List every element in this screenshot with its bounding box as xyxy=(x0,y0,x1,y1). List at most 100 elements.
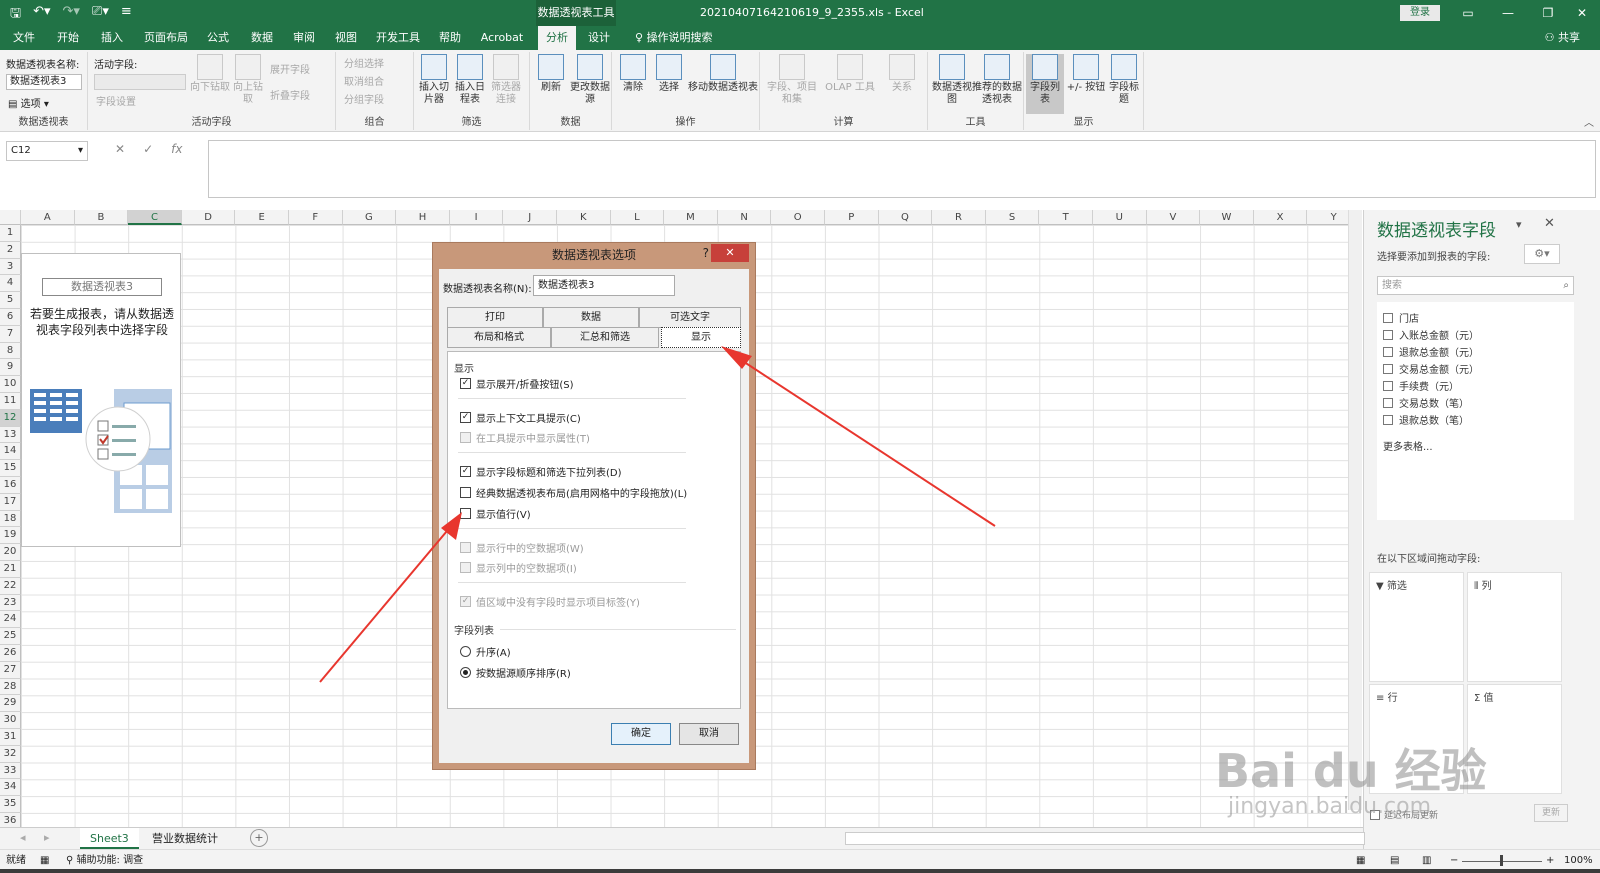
row-header[interactable]: 13 xyxy=(0,426,21,444)
tab-view[interactable]: 视图 xyxy=(328,26,364,50)
ungroup-button[interactable]: 取消组合 xyxy=(344,76,384,89)
row-header[interactable]: 21 xyxy=(0,561,21,578)
column-header[interactable]: X xyxy=(1253,210,1308,225)
row-header[interactable]: 33 xyxy=(0,762,21,780)
scroll-sheets-left-icon[interactable]: ◂ xyxy=(20,831,26,844)
filter-connections-button[interactable]: 筛选器连接 xyxy=(488,54,524,106)
select-button[interactable]: 选择 xyxy=(652,54,686,94)
row-header[interactable]: 18 xyxy=(0,510,21,528)
tab-acrobat[interactable]: Acrobat xyxy=(474,26,530,50)
vertical-scrollbar[interactable] xyxy=(1348,210,1362,810)
field-settings-button[interactable]: 字段设置 xyxy=(96,96,136,109)
tab-formulas[interactable]: 公式 xyxy=(200,26,236,50)
row-header[interactable]: 23 xyxy=(0,594,21,612)
radio-button[interactable] xyxy=(460,646,471,657)
select-all-corner[interactable] xyxy=(0,210,21,225)
tab-home[interactable]: 开始 xyxy=(50,26,86,50)
row-header[interactable]: 3 xyxy=(0,258,21,276)
row-header[interactable]: 35 xyxy=(0,796,21,813)
column-header[interactable]: S xyxy=(985,210,1040,225)
tab-analyze[interactable]: 分析 xyxy=(538,26,576,50)
radio-sort-source[interactable]: 按数据源顺序排序(R) xyxy=(460,665,571,680)
add-sheet-icon[interactable]: + xyxy=(250,829,268,847)
row-header[interactable]: 25 xyxy=(0,628,21,645)
cancel-icon[interactable]: ✕ xyxy=(115,142,125,156)
field-checkbox[interactable] xyxy=(1383,397,1393,408)
tab-developer[interactable]: 开发工具 xyxy=(370,26,426,50)
field-item[interactable]: 交易总数（笔） xyxy=(1383,395,1469,410)
tab-alt-text[interactable]: 可选文字 xyxy=(639,307,741,328)
field-item[interactable]: 门店 xyxy=(1383,310,1419,325)
classic-layout-checkbox[interactable] xyxy=(460,487,471,498)
gear-icon[interactable]: ⚙▾ xyxy=(1524,244,1560,264)
tab-insert[interactable]: 插入 xyxy=(94,26,130,50)
option-show-expand-buttons[interactable]: ✓ 显示展开/折叠按钮(S) xyxy=(460,376,574,391)
row-header[interactable]: 8 xyxy=(0,342,21,360)
column-header[interactable]: K xyxy=(557,210,611,225)
row-header[interactable]: 6 xyxy=(0,309,21,326)
minimize-icon[interactable]: — xyxy=(1488,0,1528,26)
row-header[interactable]: 24 xyxy=(0,611,21,629)
pivot-name-input[interactable]: 数据透视表3 xyxy=(6,74,82,90)
collapse-ribbon-icon[interactable]: ︿ xyxy=(1584,114,1594,129)
options-button[interactable]: ▤ 选项 ▾ xyxy=(8,95,49,110)
tab-display[interactable]: 显示 xyxy=(661,327,741,348)
column-header[interactable]: A xyxy=(21,210,75,225)
field-checkbox[interactable] xyxy=(1383,363,1393,374)
field-checkbox[interactable] xyxy=(1383,346,1393,357)
option-classic-layout[interactable]: 经典数据透视表布局(启用网格中的字段拖放)(L) xyxy=(460,485,687,500)
login-button[interactable]: 登录 xyxy=(1400,5,1440,21)
save-icon[interactable]: 🖫 xyxy=(10,4,21,26)
row-header[interactable]: 1 xyxy=(0,225,21,242)
olap-tools-button[interactable]: OLAP 工具 xyxy=(822,54,878,94)
option-checkbox[interactable] xyxy=(460,508,471,519)
row-header[interactable]: 26 xyxy=(0,645,21,662)
option-field-captions[interactable]: ✓ 显示字段标题和筛选下拉列表(D) xyxy=(460,464,622,479)
redo-icon[interactable]: ↷▾ xyxy=(63,4,80,26)
field-checkbox[interactable] xyxy=(1383,329,1393,340)
field-checkbox[interactable] xyxy=(1383,414,1393,425)
scroll-sheets-right-icon[interactable]: ▸ xyxy=(44,831,50,844)
column-header[interactable]: M xyxy=(664,210,718,225)
option-show-tooltips[interactable]: ✓ 显示上下文工具提示(C) xyxy=(460,410,581,425)
row-header[interactable]: 27 xyxy=(0,661,21,679)
share-button[interactable]: ⚇ 共享 xyxy=(1545,26,1580,50)
dialog-help-button[interactable]: ? xyxy=(703,246,709,260)
row-header[interactable]: 5 xyxy=(0,292,21,309)
touch-mode-icon[interactable]: ⎚▾ xyxy=(92,4,109,26)
tab-print[interactable]: 打印 xyxy=(447,307,543,328)
insert-function-button[interactable]: fx xyxy=(171,142,182,156)
recommended-pivot-button[interactable]: 推荐的数据透视表 xyxy=(972,54,1022,106)
collapse-field-button[interactable]: 折叠字段 xyxy=(270,90,310,103)
tab-layout-format[interactable]: 布局和格式 xyxy=(447,327,551,348)
drill-up-button[interactable]: 向上钻取 xyxy=(230,54,266,106)
column-header[interactable]: G xyxy=(342,210,397,225)
insert-timeline-button[interactable]: 插入日程表 xyxy=(452,54,488,106)
row-header[interactable]: 10 xyxy=(0,376,21,393)
column-header[interactable]: W xyxy=(1200,210,1254,225)
pane-search-input[interactable]: 搜索 ⌕ xyxy=(1377,276,1574,295)
column-header[interactable]: R xyxy=(932,210,986,225)
pane-options-dropdown-icon[interactable]: ▾ xyxy=(1516,218,1522,231)
row-header[interactable]: 4 xyxy=(0,275,21,293)
tell-me-search[interactable]: ♀ 操作说明搜索 xyxy=(635,26,713,50)
zoom-slider-thumb[interactable] xyxy=(1500,855,1503,866)
sheet-tab-sales[interactable]: 营业数据统计 xyxy=(142,828,228,849)
column-header[interactable]: F xyxy=(289,210,343,225)
option-checkbox[interactable]: ✓ xyxy=(460,412,471,423)
customize-icon[interactable]: ≡ xyxy=(121,4,132,26)
tab-page-layout[interactable]: 页面布局 xyxy=(138,26,194,50)
column-header[interactable]: O xyxy=(771,210,825,225)
group-field-button[interactable]: 分组字段 xyxy=(344,94,384,107)
clear-button[interactable]: 清除 xyxy=(616,54,650,94)
radio-sort-ascending[interactable]: 升序(A) xyxy=(460,644,511,659)
columns-area[interactable]: ⦀ 列 xyxy=(1467,572,1562,682)
refresh-button[interactable]: 刷新 xyxy=(534,54,568,94)
column-header[interactable]: I xyxy=(449,210,504,225)
move-pivot-button[interactable]: 移动数据透视表 xyxy=(688,54,758,94)
sheet-tab-sheet3[interactable]: Sheet3 xyxy=(80,828,139,849)
tab-data[interactable]: 数据 xyxy=(244,26,280,50)
plus-minus-button[interactable]: +/- 按钮 xyxy=(1066,54,1106,94)
field-headers-button[interactable]: 字段标题 xyxy=(1106,54,1142,106)
ribbon-display-icon[interactable]: ▭ xyxy=(1448,0,1488,26)
